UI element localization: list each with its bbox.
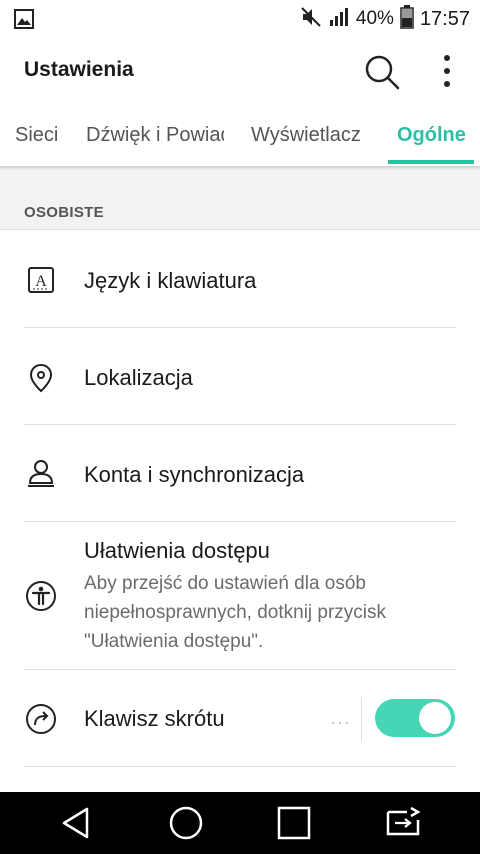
shortcut-key-icon [25,703,57,735]
vertical-separator [361,697,362,741]
shortcut-key-toggle[interactable] [375,699,455,737]
page-title: Ustawienia [24,58,134,81]
more-dots-icon: ··· [330,712,351,732]
item-label: Konta i synchronizacja [84,462,305,487]
item-label: Klawisz skrótu [84,706,225,731]
app-bar: Ustawienia [0,38,480,104]
search-icon [362,55,402,96]
dual-window-icon [383,806,423,847]
dual-window-button[interactable] [383,803,423,843]
language-keyboard-icon: A [25,265,57,297]
divider [24,766,456,767]
tab-ogolne[interactable]: Ogólne [397,124,466,147]
tab-wyswietlacz[interactable]: Wyświetlacz [251,124,361,147]
toggle-knob [419,702,451,734]
status-bar: 40% 17:57 [0,0,480,38]
recents-icon [274,806,314,847]
section-header: OSOBISTE [0,170,480,230]
home-button[interactable] [166,803,206,843]
navigation-bar [0,792,480,854]
svg-text:A: A [35,273,47,290]
list-item-location[interactable]: Lokalizacja [0,328,480,425]
more-vert-icon [432,55,462,98]
home-icon [166,806,206,847]
tab-dzwiek[interactable]: Dźwięk i Powiadomienia [86,124,224,147]
recents-button[interactable] [274,803,314,843]
search-button[interactable] [362,52,402,92]
clock: 17:57 [419,7,470,30]
list-item-language-keyboard[interactable]: A Język i klawiatura [0,231,480,328]
accessibility-icon [25,580,57,612]
gallery-icon [14,9,34,34]
tab-bar: Sieci Dźwięk i Powiadomienia Wyświetlacz… [0,104,480,168]
tab-sieci[interactable]: Sieci [15,124,58,147]
item-label: Ułatwienia dostępu [84,538,270,563]
item-label: Lokalizacja [84,365,193,390]
item-label: Język i klawiatura [84,268,257,293]
list-item-accounts[interactable]: Konta i synchronizacja [0,425,480,522]
active-tab-indicator [388,160,474,164]
account-icon [25,457,57,489]
back-button[interactable] [57,803,97,843]
section-title: OSOBISTE [24,204,104,221]
location-pin-icon [25,362,57,394]
back-icon [57,807,97,847]
mute-icon [300,6,322,33]
signal-icon [328,6,350,33]
item-summary: Aby przejść do ustawień dla osób niepełn… [84,573,387,652]
battery-percent: 40% [355,8,394,29]
battery-icon [400,4,414,34]
list-item-accessibility[interactable]: Ułatwienia dostępu Aby przejść do ustawi… [0,522,480,669]
more-options-button[interactable] [432,50,462,94]
